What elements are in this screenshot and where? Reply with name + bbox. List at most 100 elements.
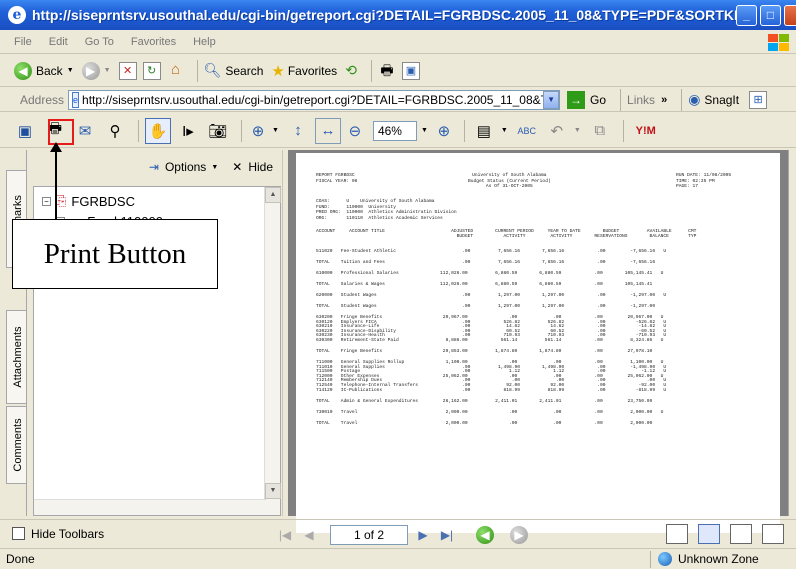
tab-comments[interactable]: Comments	[6, 406, 26, 484]
menu-file[interactable]: File	[14, 36, 32, 48]
snagit-capture-icon[interactable]: ⊞	[749, 90, 768, 109]
security-zone: Unknown Zone	[658, 552, 759, 566]
links-button[interactable]: Links	[627, 93, 655, 107]
undo-icon[interactable]: ↶	[544, 118, 570, 144]
single-page-icon[interactable]	[666, 524, 688, 544]
previous-view-icon[interactable]: ◀	[476, 526, 494, 544]
bookmarks-hscroll[interactable]	[34, 499, 266, 515]
maximize-button[interactable]: □	[760, 5, 781, 26]
favorites-button[interactable]: ★ Favorites	[271, 62, 337, 80]
chevron-down-icon[interactable]: ▼	[574, 127, 581, 134]
facing-pages-icon[interactable]	[730, 524, 752, 544]
tab-attachments-label: Attachments	[12, 326, 24, 388]
report-total-row: TOTAL Student Wages .00 1,297.00 1,297.0…	[316, 304, 656, 309]
address-url: http://siseprntsrv.usouthal.edu/cgi-bin/…	[82, 92, 561, 107]
menu-favorites[interactable]: Favorites	[131, 36, 176, 48]
menu-goto[interactable]: Go To	[85, 36, 114, 48]
menu-edit[interactable]: Edit	[49, 36, 68, 48]
page-number-field[interactable]: 1 of 2	[330, 525, 408, 545]
tab-attachments[interactable]: Attachments	[6, 310, 26, 404]
options-button[interactable]: ⇥ Options ▼	[149, 160, 218, 174]
bookmarks-vscroll[interactable]: ▲ ▼	[264, 187, 281, 515]
print-icon[interactable]: 🖶︎	[378, 62, 396, 80]
snagit-icon: ◉	[688, 91, 701, 107]
home-icon[interactable]: ⌂	[167, 61, 185, 80]
zoom-input[interactable]	[372, 120, 417, 141]
report-org-block: COAS: U University of South Alabama FUND…	[316, 199, 457, 221]
address-dropdown-icon[interactable]: ▼	[543, 90, 560, 109]
snapshot-icon[interactable]: 📷︎	[205, 118, 231, 144]
callout-arrowhead	[50, 142, 62, 152]
find-icon[interactable]: ⚲	[102, 118, 128, 144]
close-icon: ✕	[232, 160, 243, 174]
toolbar-separator	[622, 119, 624, 142]
yahoo-icon[interactable]: Y!M	[630, 118, 662, 144]
next-page-icon[interactable]: ▶	[414, 526, 432, 544]
document-view[interactable]: REPORT FGRBDSC FISCAL YEAR: 06 Universit…	[288, 150, 788, 533]
edit-page-icon[interactable]: ▣	[401, 61, 420, 80]
pdf-page: REPORT FGRBDSC FISCAL YEAR: 06 Universit…	[296, 153, 780, 533]
chevron-down-icon[interactable]: ▼	[421, 127, 428, 134]
document-vscroll[interactable]	[788, 150, 796, 516]
next-view-icon[interactable]: ▶	[510, 526, 528, 544]
previous-page-icon[interactable]: ◀	[300, 526, 318, 544]
zoom-in-icon[interactable]: ⊕	[434, 118, 454, 144]
select-text-icon[interactable]: I▸	[175, 118, 201, 144]
hide-button[interactable]: ✕ Hide	[232, 160, 273, 174]
stop-icon[interactable]: ✕	[118, 61, 137, 80]
scroll-up-icon[interactable]: ▲	[265, 187, 281, 203]
report-row: 610000 Professional Salaries 112,026.00 …	[316, 271, 664, 276]
chevron-down-icon: ▼	[211, 163, 219, 171]
ie-icon: e	[8, 6, 26, 24]
globe-icon	[658, 552, 672, 566]
toolbar-separator	[681, 88, 683, 111]
back-button[interactable]: ◀ Back ▼	[14, 61, 74, 80]
go-button[interactable]: → Go	[567, 90, 606, 109]
snagit-button[interactable]: SnagIt	[704, 93, 739, 107]
refresh-icon[interactable]: ↻	[142, 61, 161, 80]
last-page-icon[interactable]: ▶|	[438, 526, 456, 544]
first-page-icon[interactable]: |◀	[276, 526, 294, 544]
hide-toolbars-button[interactable]: Hide Toolbars	[12, 527, 104, 541]
acrobat-bottom-bar: Hide Toolbars |◀ ◀ 1 of 2 ▶ ▶| ◀ ▶	[0, 519, 796, 547]
back-arrow-icon: ◀	[14, 61, 32, 80]
zoom-out-icon[interactable]: ⊖	[345, 118, 365, 144]
toolbar-separator	[463, 119, 465, 142]
save-icon[interactable]: ▣	[12, 118, 38, 144]
email-icon[interactable]: ✉	[72, 118, 98, 144]
copy-icon[interactable]: ⧉	[587, 118, 613, 144]
report-row: 511020 Fee-Student Athletic .00 7,656.16…	[316, 249, 667, 254]
address-bar: Address e http://siseprntsrv.usouthal.ed…	[0, 88, 796, 112]
chevron-right-icon[interactable]: »	[661, 94, 667, 106]
continuous-facing-icon[interactable]	[762, 524, 784, 544]
fit-page-icon[interactable]: ↕	[285, 118, 311, 144]
continuous-page-icon[interactable]	[698, 524, 720, 544]
hand-tool-icon[interactable]: ✋	[145, 117, 171, 144]
address-label: Address	[20, 92, 65, 107]
history-icon[interactable]: ⟲	[345, 62, 357, 79]
status-text: Done	[6, 552, 35, 566]
menu-bar: File Edit Go To Favorites Help	[0, 30, 796, 54]
toolbar-separator	[620, 88, 622, 111]
page-layout-icon[interactable]: ▤	[471, 118, 497, 144]
chevron-down-icon[interactable]: ▼	[272, 127, 279, 134]
print-button-callout: Print Button	[12, 219, 218, 289]
favorites-label: Favorites	[287, 63, 338, 78]
close-button[interactable]	[784, 5, 796, 26]
address-input[interactable]: e http://siseprntsrv.usouthal.edu/cgi-bi…	[68, 89, 561, 110]
report-total-row: TOTAL Salaries & Wages 112,026.00 6,880.…	[316, 282, 653, 287]
zoom-in-tool-icon[interactable]: ⊕	[248, 118, 268, 144]
forward-button[interactable]: ▶ ▼	[81, 61, 111, 80]
search-button[interactable]: 🔍︎ Search	[204, 62, 264, 79]
collapse-icon[interactable]: −	[42, 196, 51, 206]
chevron-down-icon[interactable]: ▼	[501, 127, 508, 134]
star-icon: ★	[271, 62, 285, 80]
scroll-down-icon[interactable]: ▼	[265, 483, 281, 499]
fit-width-icon[interactable]: ↔	[314, 117, 341, 144]
report-column-headers: ACCOUNT ACCOUNT TITLE ADJUSTED CURRENT P…	[316, 229, 697, 240]
minimize-button[interactable]: _	[736, 5, 757, 26]
tab-comments-label: Comments	[12, 418, 24, 472]
report-header-left: REPORT FGRBDSC FISCAL YEAR: 06	[316, 173, 358, 184]
spell-check-icon[interactable]: ABC	[514, 118, 540, 144]
menu-help[interactable]: Help	[193, 36, 216, 48]
